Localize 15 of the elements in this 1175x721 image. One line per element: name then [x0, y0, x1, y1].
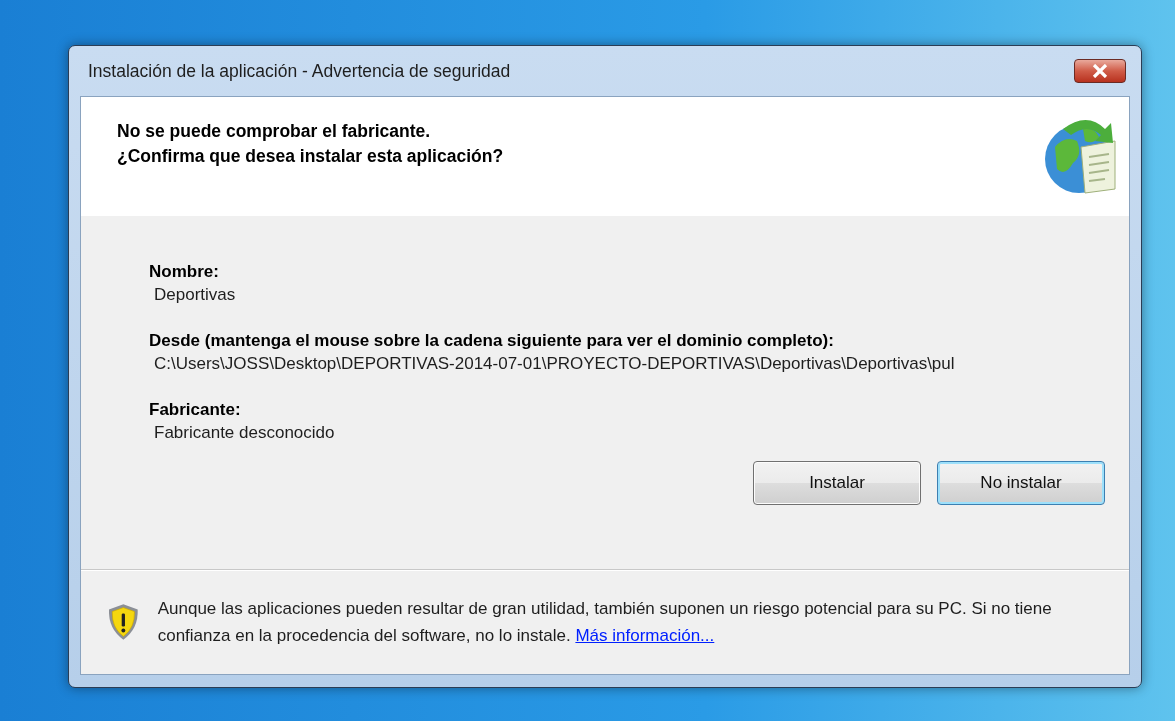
header-heading: No se puede comprobar el fabricante.	[117, 120, 432, 143]
field-value: Fabricante desconocido	[153, 422, 336, 444]
close-button[interactable]	[1074, 59, 1126, 83]
field-label: Nombre:	[149, 261, 220, 283]
field-label: Fabricante:	[149, 399, 242, 421]
field-value: Deportivas	[153, 284, 237, 306]
header-heading: ¿Confirma que desea instalar esta aplicación?	[117, 145, 504, 168]
field-label: Desde (mantenga el mouse sobre la cadena siguiente para ver el dominio completo):	[149, 330, 835, 352]
dialog-button[interactable]: Instalar	[753, 461, 921, 505]
close-icon	[1092, 64, 1108, 78]
field-value: C:\Users\JOSS\Desktop\DEPORTIVAS-2014-07-01\PROYECTO-DEPORTIVAS\Deportivas\Deportivas\pul	[153, 353, 956, 375]
default-button[interactable]: No instalar	[937, 461, 1105, 505]
warning-text: Aunque las aplicaciones pueden resultar de gran utilidad, también suponen un riesgo potencial para su PC. Si no tiene confianza en la procedencia del software, no lo instale. Más información...	[157, 598, 1053, 647]
window-title: Instalación de la aplicación - Advertencia de seguridad	[88, 60, 511, 82]
more-info-link[interactable]: Más información...	[575, 626, 715, 645]
